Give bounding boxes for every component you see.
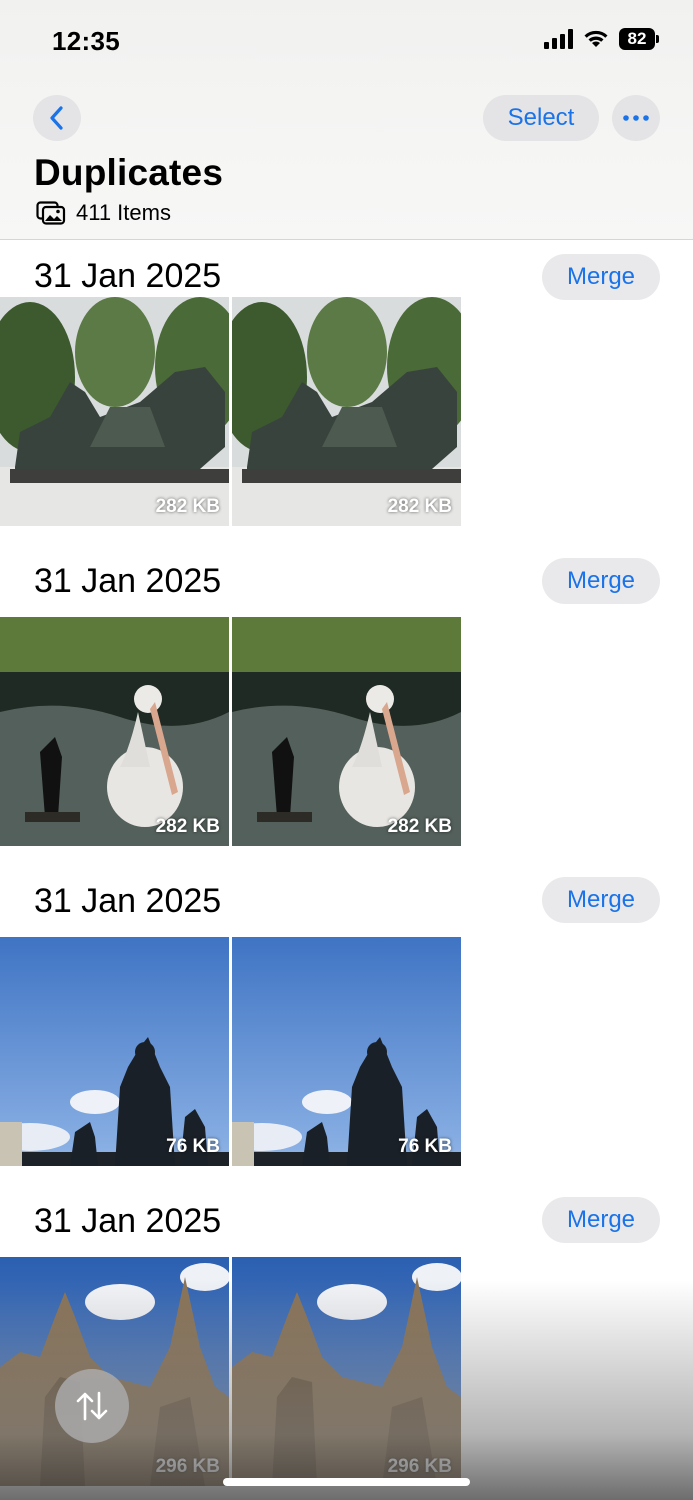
group-date: 31 Jan 2025 bbox=[34, 257, 222, 295]
ellipsis-icon bbox=[623, 115, 649, 121]
photo-stack-icon bbox=[36, 201, 66, 225]
group-date: 31 Jan 2025 bbox=[34, 882, 222, 920]
photo-pair: 282 KB 282 KB bbox=[0, 297, 461, 526]
file-size-label: 76 KB bbox=[166, 1136, 220, 1157]
sort-button[interactable] bbox=[55, 1369, 129, 1443]
merge-button[interactable]: Merge bbox=[542, 558, 660, 604]
duplicate-group: 31 Jan 2025 Merge 76 KB 76 KB bbox=[0, 865, 693, 1175]
merge-button[interactable]: Merge bbox=[542, 877, 660, 923]
photo-thumbnail[interactable]: 76 KB bbox=[0, 937, 229, 1166]
home-indicator[interactable] bbox=[223, 1478, 470, 1486]
photo-thumbnail[interactable]: 76 KB bbox=[232, 937, 461, 1166]
photo-thumbnail[interactable]: 282 KB bbox=[232, 297, 461, 526]
file-size-label: 296 KB bbox=[155, 1456, 220, 1477]
sort-arrows-icon bbox=[76, 1391, 108, 1421]
duplicate-group: 31 Jan 2025 Merge 296 KB 296 KB bbox=[0, 1185, 693, 1500]
file-size-label: 282 KB bbox=[387, 816, 452, 837]
file-size-label: 282 KB bbox=[387, 496, 452, 517]
status-icons: 82 bbox=[544, 28, 659, 50]
back-button[interactable] bbox=[33, 95, 81, 141]
file-size-label: 296 KB bbox=[387, 1456, 452, 1477]
select-button[interactable]: Select bbox=[483, 95, 599, 141]
page-title: Duplicates bbox=[34, 152, 224, 193]
photo-thumbnail[interactable]: 296 KB bbox=[232, 1257, 461, 1486]
photo-thumbnail[interactable]: 282 KB bbox=[0, 297, 229, 526]
file-size-label: 76 KB bbox=[398, 1136, 452, 1157]
photo-thumbnail[interactable]: 296 KB bbox=[0, 1257, 229, 1486]
navigation-header: 12:35 82 Select Duplicates 411 Items bbox=[0, 0, 693, 240]
group-date: 31 Jan 2025 bbox=[34, 1202, 222, 1240]
battery-indicator: 82 bbox=[619, 28, 659, 50]
file-size-label: 282 KB bbox=[155, 496, 220, 517]
duplicate-group: 31 Jan 2025 Merge 282 KB 282 KB bbox=[0, 545, 693, 855]
chevron-left-icon bbox=[50, 106, 63, 130]
group-date: 31 Jan 2025 bbox=[34, 562, 222, 600]
merge-button[interactable]: Merge bbox=[542, 1197, 660, 1243]
photo-thumbnail[interactable]: 282 KB bbox=[0, 617, 229, 846]
photo-pair: 282 KB 282 KB bbox=[0, 617, 461, 846]
cellular-signal-icon bbox=[544, 29, 573, 49]
photo-pair: 296 KB 296 KB bbox=[0, 1257, 461, 1486]
photo-pair: 76 KB 76 KB bbox=[0, 937, 461, 1166]
merge-button[interactable]: Merge bbox=[542, 254, 660, 300]
items-count: 411 Items bbox=[76, 200, 171, 225]
items-summary: 411 Items bbox=[36, 200, 171, 226]
duplicate-group: 31 Jan 2025 Merge 282 KB 282 KB bbox=[0, 240, 693, 540]
photo-thumbnail[interactable]: 282 KB bbox=[232, 617, 461, 846]
status-time: 12:35 bbox=[52, 26, 120, 56]
wifi-icon bbox=[583, 29, 609, 49]
more-options-button[interactable] bbox=[612, 95, 660, 141]
file-size-label: 282 KB bbox=[155, 816, 220, 837]
